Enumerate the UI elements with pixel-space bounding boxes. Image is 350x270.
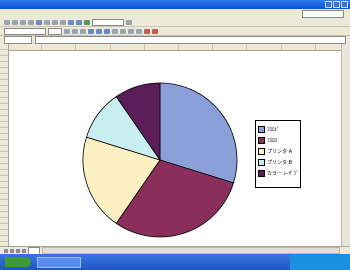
prev-sheet-icon[interactable] <box>10 248 14 253</box>
legend-entry[interactable]: カラー ﾚｰｻﾞﾌﾟ <box>258 168 299 179</box>
legend-swatch <box>258 159 265 166</box>
legend-entry[interactable]: ﾌﾛﾛﾛ <box>258 135 298 146</box>
last-sheet-icon[interactable] <box>22 248 26 253</box>
minimize-button[interactable] <box>325 1 332 8</box>
align-center-icon[interactable] <box>96 28 102 34</box>
maximize-button[interactable] <box>333 1 340 8</box>
italic-icon[interactable] <box>72 28 78 34</box>
next-sheet-icon[interactable] <box>16 248 20 253</box>
vertical-scrollbar[interactable] <box>341 44 350 246</box>
row-header[interactable] <box>0 236 8 242</box>
taskbar <box>0 254 350 270</box>
title-bar <box>0 0 350 9</box>
merge-icon[interactable] <box>112 28 118 34</box>
chart-wizard-icon[interactable] <box>84 19 90 25</box>
menu-bar <box>0 9 350 18</box>
fill-color-icon[interactable] <box>144 28 150 34</box>
help-icon[interactable] <box>126 19 132 25</box>
close-button[interactable] <box>341 1 348 8</box>
font-combo[interactable] <box>4 27 46 35</box>
legend-swatch <box>258 126 265 133</box>
bold-icon[interactable] <box>64 28 70 34</box>
sheet-tab-bar <box>0 246 350 255</box>
indent-icon[interactable] <box>136 28 142 34</box>
copy-icon[interactable] <box>52 19 58 25</box>
formula-bar <box>0 36 350 44</box>
legend-label: カラー ﾚｰｻﾞﾌﾟ <box>267 171 299 177</box>
cut-icon[interactable] <box>44 19 50 25</box>
preview-icon[interactable] <box>36 19 42 25</box>
name-box[interactable] <box>4 36 32 44</box>
open-icon[interactable] <box>12 19 18 25</box>
standard-toolbar <box>0 18 350 27</box>
legend-label: プリンタ A <box>267 149 293 155</box>
window-controls <box>325 1 348 8</box>
legend-entry[interactable]: ﾌﾛﾛﾋﾟ <box>258 124 298 135</box>
legend-entry[interactable]: プリンタ B <box>258 157 298 168</box>
font-size-combo[interactable] <box>48 27 62 35</box>
save-icon[interactable] <box>20 19 26 25</box>
first-sheet-icon[interactable] <box>4 248 8 253</box>
legend-swatch <box>258 137 265 144</box>
formula-input[interactable] <box>35 36 346 44</box>
paste-icon[interactable] <box>60 19 66 25</box>
legend-label: ﾌﾛﾛﾋﾟ <box>267 127 280 133</box>
legend-swatch <box>258 170 265 177</box>
zoom-combo[interactable] <box>92 18 124 26</box>
column-headers <box>8 44 350 51</box>
underline-icon[interactable] <box>80 28 86 34</box>
horizontal-scrollbar[interactable] <box>42 247 340 254</box>
help-search-box[interactable] <box>302 10 344 18</box>
percent-icon[interactable] <box>128 28 134 34</box>
taskbar-item-excel[interactable] <box>37 256 81 268</box>
redo-icon[interactable] <box>76 19 82 25</box>
legend-label: プリンタ B <box>267 160 293 166</box>
chart-legend[interactable]: ﾌﾛﾛﾋﾟ ﾌﾛﾛﾛ プリンタ A プリンタ B カラー ﾚｰｻﾞﾌﾟ <box>255 120 301 188</box>
legend-swatch <box>258 148 265 155</box>
new-icon[interactable] <box>4 19 10 25</box>
print-icon[interactable] <box>28 19 34 25</box>
formatting-toolbar <box>0 27 350 36</box>
legend-entry[interactable]: プリンタ A <box>258 146 298 157</box>
start-button[interactable] <box>5 257 31 267</box>
font-color-icon[interactable] <box>152 28 158 34</box>
align-right-icon[interactable] <box>104 28 110 34</box>
system-tray <box>290 254 350 270</box>
undo-icon[interactable] <box>68 19 74 25</box>
row-headers <box>0 44 9 246</box>
currency-icon[interactable] <box>120 28 126 34</box>
align-left-icon[interactable] <box>88 28 94 34</box>
legend-label: ﾌﾛﾛﾛ <box>267 138 278 144</box>
